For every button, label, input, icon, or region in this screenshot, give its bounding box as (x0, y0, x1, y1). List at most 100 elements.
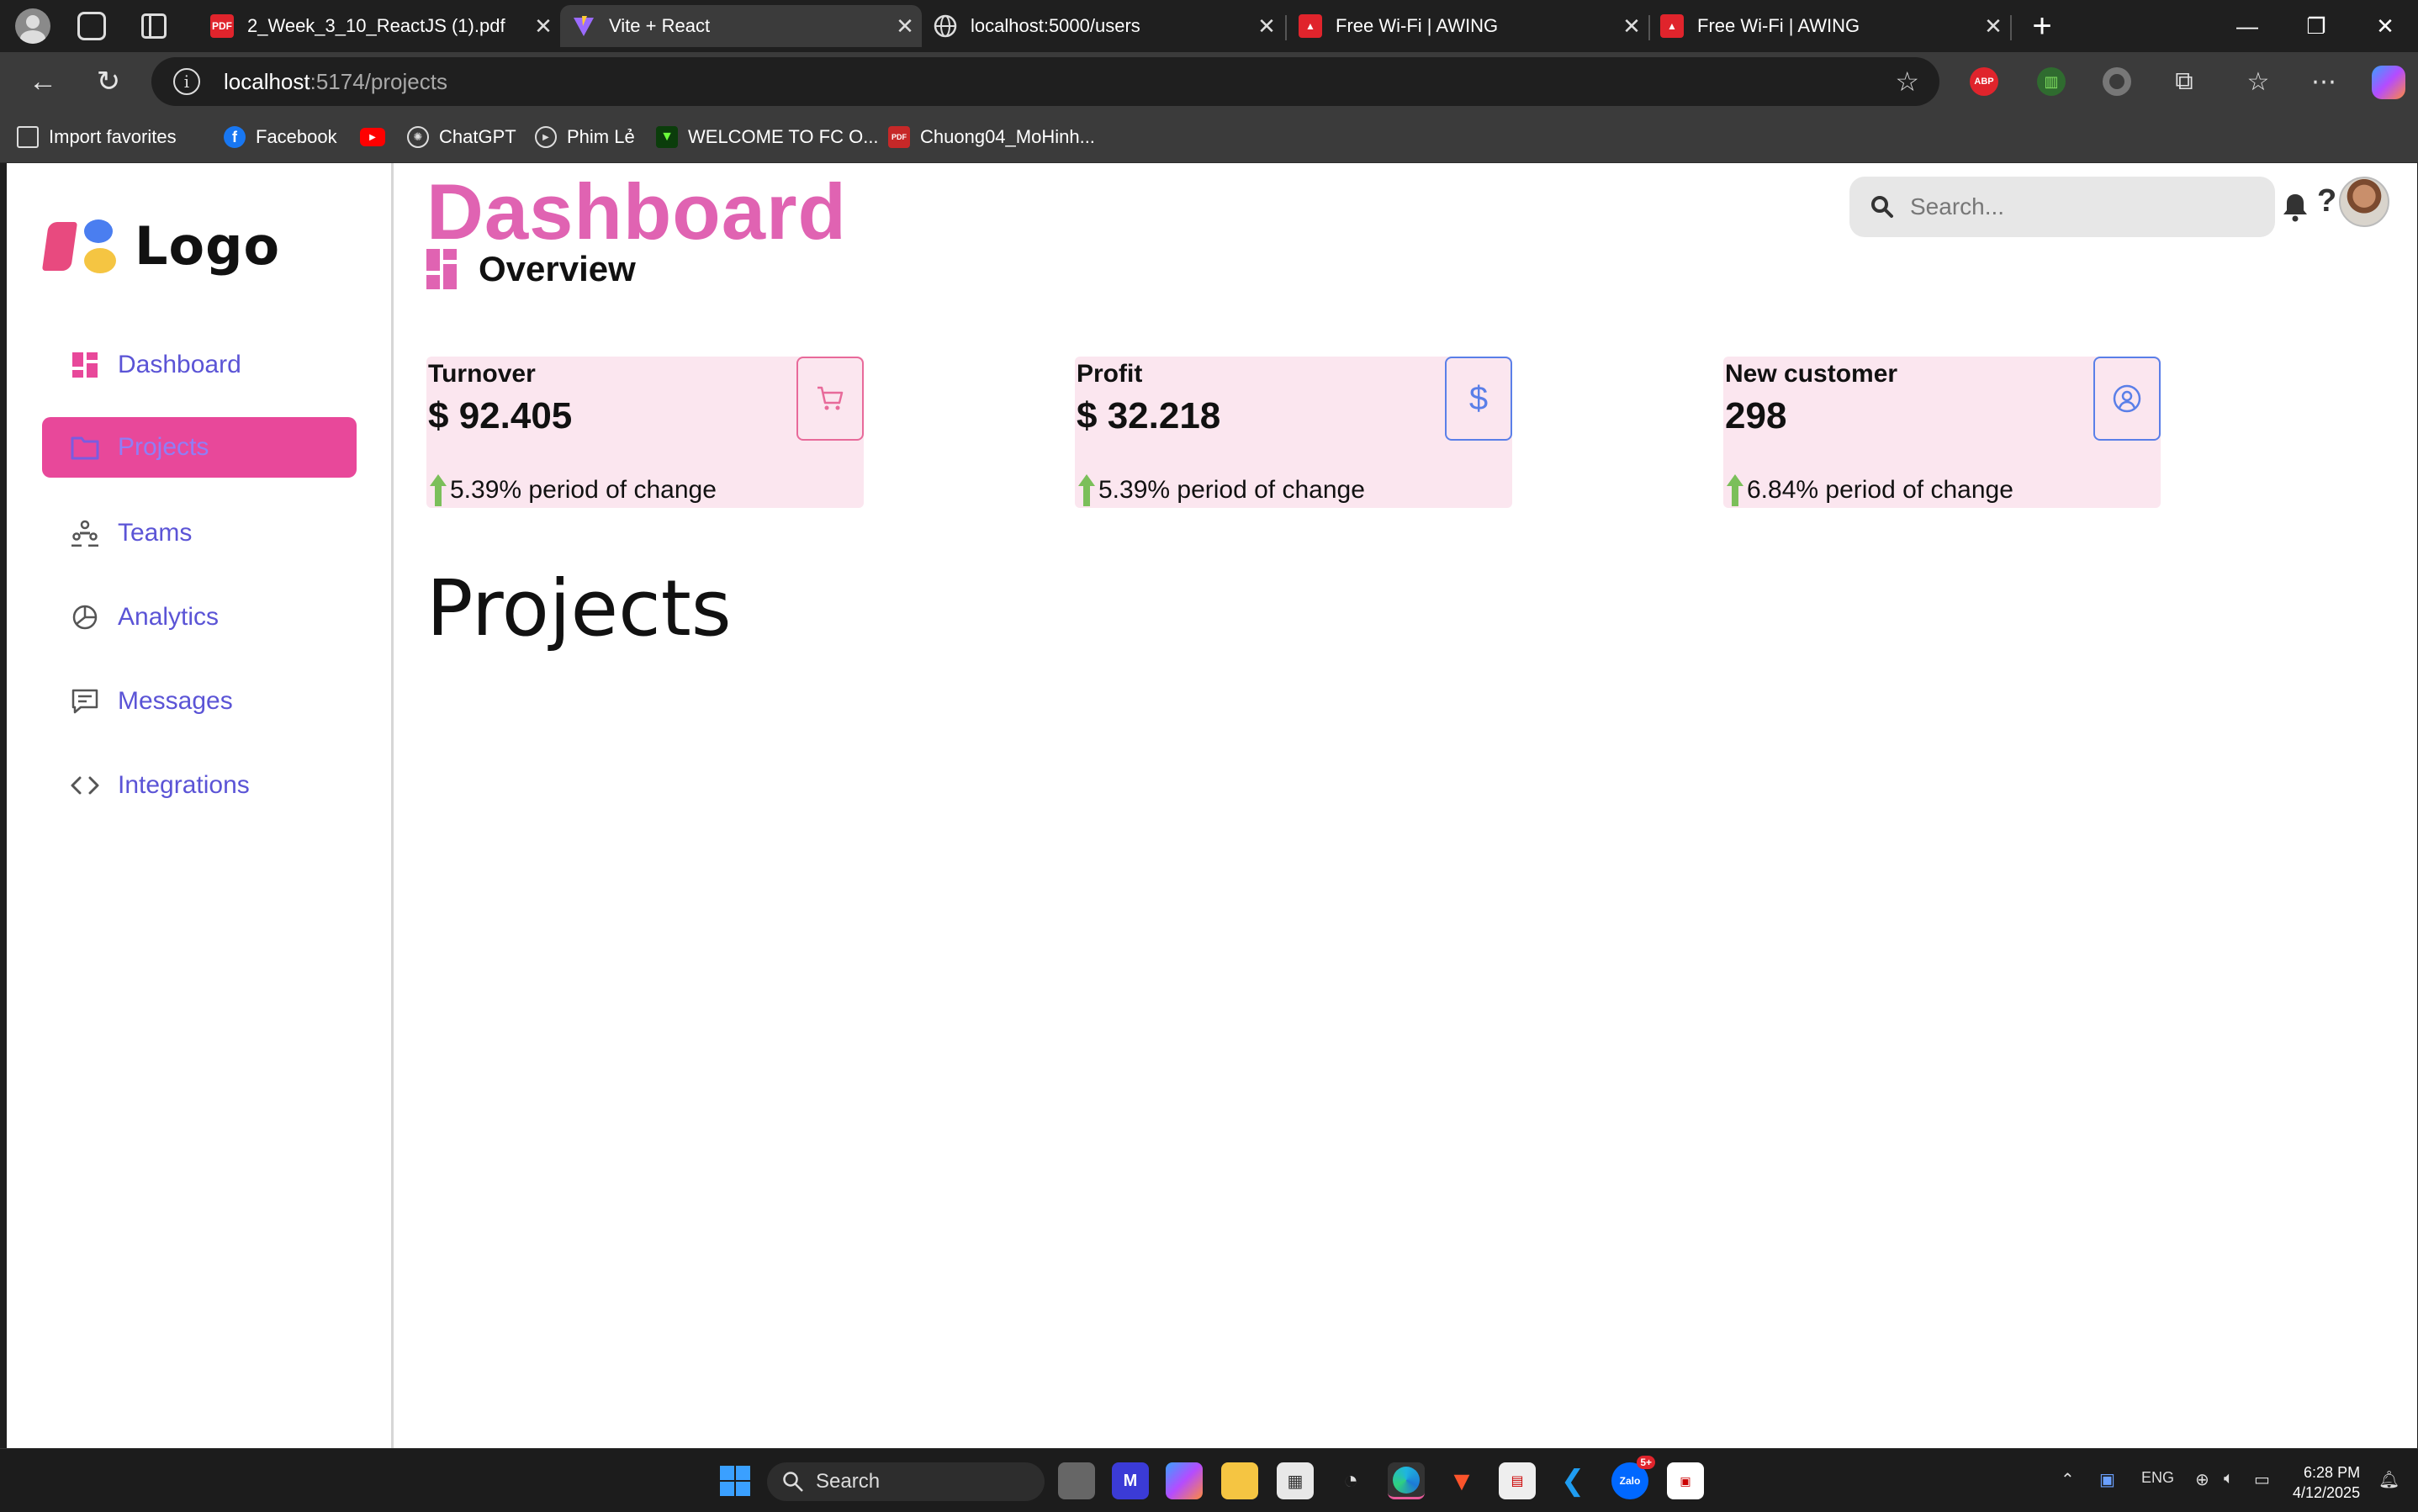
stat-card-value: 298 (1725, 395, 1787, 436)
more-menu-icon[interactable]: ⋯ (2304, 62, 2343, 101)
network-icon[interactable]: ⊕ (2195, 1469, 2209, 1490)
stat-card-value: $ 32.218 (1077, 395, 1221, 436)
facebook-icon: f (224, 126, 246, 148)
stat-card-change: 5.39% period of change (430, 474, 717, 506)
dollar-icon[interactable]: $ (1445, 357, 1512, 441)
sidebar: Logo Dashboard Projects Teams Analytics (7, 163, 394, 1448)
app-icon[interactable]: ▣ (1667, 1462, 1704, 1499)
address-path: :5174/projects (310, 68, 447, 94)
bookmark-chuong04[interactable]: PDF Chuong04_MoHinh... (888, 123, 1095, 151)
sidebar-item-analytics[interactable]: Analytics (42, 587, 357, 648)
brave-icon[interactable]: ▼ (1443, 1462, 1480, 1499)
clock-time: 6:28 PM (2304, 1464, 2361, 1481)
zalo-icon[interactable]: Zalo 5+ (1611, 1456, 1655, 1499)
edge-icon[interactable] (1388, 1462, 1425, 1499)
sidebar-item-messages[interactable]: Messages (42, 671, 357, 732)
address-host: localhost (224, 68, 310, 94)
tab-awing-1[interactable]: ▲ Free Wi-Fi | AWING ✕ (1287, 5, 1648, 47)
sidebar-item-projects[interactable]: Projects (42, 417, 357, 478)
avatar[interactable] (2339, 177, 2389, 227)
vertical-tabs-icon[interactable] (141, 13, 167, 39)
user-circle-icon[interactable] (2093, 357, 2161, 441)
search-placeholder: Search... (1910, 193, 2005, 219)
tab-title: Free Wi-Fi | AWING (1697, 15, 1860, 36)
stat-card-title: Profit (1077, 360, 1143, 388)
projects-heading: Projects (426, 563, 732, 653)
logo[interactable]: Logo (41, 215, 280, 277)
adblock-icon[interactable]: ABP (1970, 67, 1998, 96)
show-hidden-icons[interactable]: ⌃ (2061, 1469, 2075, 1490)
address-bar[interactable]: i localhost :5174/projects ☆ (151, 57, 1939, 106)
file-explorer-icon[interactable] (1221, 1462, 1258, 1499)
cart-icon[interactable] (796, 357, 864, 441)
close-tab-icon[interactable]: ✕ (888, 13, 922, 40)
back-button[interactable]: ← (22, 61, 64, 103)
minimize-button[interactable]: — (2214, 7, 2281, 45)
copilot-taskbar-icon[interactable] (1166, 1462, 1203, 1499)
tab-vite-react[interactable]: Vite + React ✕ (560, 5, 922, 47)
volume-icon[interactable]: 🔈︎ (2224, 1469, 2234, 1488)
favorites-icon[interactable]: ☆ (2239, 62, 2278, 101)
close-tab-icon[interactable]: ✕ (1250, 13, 1283, 40)
tab-awing-2[interactable]: ▲ Free Wi-Fi | AWING ✕ (1648, 5, 2010, 47)
vscode-icon[interactable]: ❮ (1554, 1462, 1591, 1499)
restore-button[interactable]: ❐ (2283, 7, 2350, 45)
battery-icon[interactable]: ▭ (2254, 1469, 2270, 1490)
speedometer-icon[interactable]: ◔ (1332, 1462, 1369, 1499)
extension-green-icon[interactable]: ▥ (2037, 67, 2066, 96)
sidebar-item-integrations[interactable]: Integrations (42, 755, 357, 816)
bookmark-label: Facebook (256, 126, 337, 147)
close-tab-icon[interactable]: ✕ (526, 13, 560, 40)
tab-title: 2_Week_3_10_ReactJS (1).pdf (247, 15, 505, 36)
close-window-button[interactable]: ✕ (2352, 7, 2418, 45)
close-tab-icon[interactable]: ✕ (1976, 13, 2010, 40)
app-icon[interactable]: M (1112, 1462, 1149, 1499)
bookmark-import-favorites[interactable]: Import favorites (17, 123, 177, 151)
bookmark-label: Import favorites (49, 126, 177, 147)
bookmark-phim-le[interactable]: ▶ Phim Lẻ (535, 123, 635, 151)
profile-avatar-icon[interactable] (15, 8, 50, 44)
app-icon[interactable]: ▤ (1499, 1462, 1536, 1499)
teams-icon (71, 519, 99, 547)
task-view-icon[interactable] (1058, 1462, 1095, 1499)
bookmark-label: WELCOME TO FC O... (688, 126, 879, 147)
tab-title: Free Wi-Fi | AWING (1336, 15, 1499, 36)
grid-icon (426, 249, 457, 289)
copilot-icon[interactable] (2372, 66, 2405, 99)
windows-start-icon[interactable] (717, 1462, 754, 1499)
bell-icon[interactable] (2280, 192, 2310, 222)
bookmark-fc-online[interactable]: ▼ WELCOME TO FC O... (656, 123, 879, 151)
arrow-up-icon (1078, 474, 1095, 506)
stat-card-change-text: 6.84% period of change (1747, 476, 2013, 504)
sidebar-item-dashboard[interactable]: Dashboard (42, 335, 357, 395)
favorite-star-icon[interactable]: ☆ (1895, 66, 1919, 98)
youtube-icon: ▶ (360, 128, 385, 146)
tab-localhost-users[interactable]: localhost:5000/users ✕ (922, 5, 1283, 47)
notification-badge: 5+ (1637, 1456, 1655, 1469)
workspaces-icon[interactable] (77, 12, 106, 40)
main-content: Dashboard Overview Search... ? Turnover … (396, 163, 2417, 1448)
new-tab-button[interactable]: + (2008, 7, 2076, 45)
notification-bell-icon[interactable]: 🔔︎ (2378, 1469, 2399, 1490)
sidebar-item-label: Dashboard (118, 351, 241, 378)
ime-icon[interactable]: ▣ (2099, 1469, 2115, 1490)
search-input[interactable]: Search... (1849, 177, 2275, 237)
help-icon[interactable]: ? (2317, 183, 2336, 219)
extension-circle-icon[interactable] (2103, 67, 2131, 96)
close-tab-icon[interactable]: ✕ (1615, 13, 1648, 40)
refresh-button[interactable]: ↻ (87, 61, 130, 103)
bookmark-youtube[interactable]: ▶ (360, 123, 395, 151)
bookmark-chatgpt[interactable]: ✺ ChatGPT (407, 123, 516, 151)
store-icon[interactable]: ▦ (1277, 1462, 1314, 1499)
extensions-puzzle-icon[interactable]: ⧉ (2165, 62, 2204, 101)
clock[interactable]: 6:28 PM 4/12/2025 (2293, 1462, 2360, 1503)
logo-dots (84, 219, 116, 273)
language-indicator[interactable]: ENG (2141, 1469, 2174, 1487)
awing-icon: ▲ (1660, 14, 1684, 38)
site-info-icon[interactable]: i (173, 68, 200, 95)
tab-pdf[interactable]: PDF 2_Week_3_10_ReactJS (1).pdf ✕ (198, 5, 560, 47)
stat-card-title: Turnover (428, 360, 536, 388)
taskbar-search[interactable]: Search (767, 1462, 1045, 1501)
bookmark-facebook[interactable]: f Facebook (224, 123, 337, 151)
sidebar-item-teams[interactable]: Teams (42, 503, 357, 563)
